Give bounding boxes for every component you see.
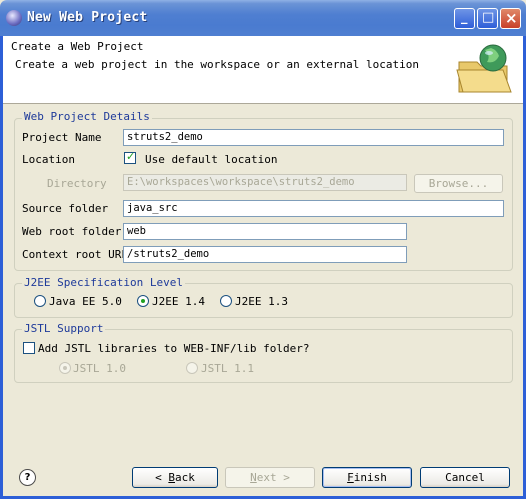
folder-globe-icon [456,44,512,93]
radio-jstl-1-0-label[interactable]: JSTL 1.0 [73,362,126,375]
cancel-button[interactable]: Cancel [420,467,510,488]
banner-title: Create a Web Project [11,40,144,53]
web-root-folder-label: Web root folder [22,225,122,238]
radio-jstl-1-1[interactable] [186,362,198,374]
next-button[interactable]: Next > [225,467,315,488]
j2ee-legend: J2EE Specification Level [22,276,185,289]
source-folder-label: Source folder [22,202,109,215]
web-root-folder-input[interactable]: web [123,223,407,240]
radio-java-ee-5[interactable] [34,295,46,307]
directory-label: Directory [47,177,107,190]
finish-button[interactable]: Finish [322,467,412,488]
close-icon: × [505,9,518,27]
use-default-location-label[interactable]: Use default location [145,153,277,166]
finish-mnemonic: F [347,471,354,484]
eclipse-icon [6,10,22,26]
location-label: Location [22,153,75,166]
dialog-window: New Web Project _ □ × Create a Web Proje… [0,0,526,499]
maximize-icon: □ [482,10,495,25]
close-button[interactable]: × [500,8,521,29]
next-mnemonic: N [250,471,257,484]
checkmark-icon: ✓ [126,150,136,163]
next-label: ext > [256,471,290,484]
window-title: New Web Project [27,10,148,25]
finish-label: inish [353,471,387,484]
wizard-banner: Create a Web Project Create a web projec… [3,36,523,104]
radio-java-ee-5-label[interactable]: Java EE 5.0 [49,295,122,308]
minimize-button[interactable]: _ [454,8,475,29]
back-label: ack [175,471,195,484]
maximize-button[interactable]: □ [477,8,498,29]
details-legend: Web Project Details [22,110,152,123]
back-prefix: < [155,471,169,484]
minimize-icon: _ [461,10,468,25]
back-mnemonic: B [168,471,175,484]
back-button[interactable]: < Back [132,467,218,488]
radio-jstl-1-0[interactable] [59,362,71,374]
radio-j2ee-1-4[interactable] [137,295,149,307]
use-default-location-checkbox[interactable]: ✓ [124,150,136,164]
context-root-label: Context root URL [22,248,128,261]
context-root-input[interactable]: /struts2_demo [123,246,407,263]
directory-input[interactable]: E:\workspaces\workspace\struts2_demo [123,174,407,191]
add-jstl-label[interactable]: Add JSTL libraries to WEB-INF/lib folder… [38,342,310,355]
browse-button[interactable]: Browse... [414,174,503,193]
title-bar[interactable]: New Web Project _ □ × [0,0,526,36]
radio-j2ee-1-3[interactable] [220,295,232,307]
source-folder-input[interactable]: java_src [123,200,504,217]
help-icon[interactable]: ? [19,469,36,486]
radio-selected-dot [141,299,145,303]
radio-jstl-1-1-label[interactable]: JSTL 1.1 [201,362,254,375]
banner-description: Create a web project in the workspace or… [15,58,419,71]
radio-j2ee-1-3-label[interactable]: J2EE 1.3 [235,295,288,308]
radio-selected-dot [63,366,67,370]
jstl-legend: JSTL Support [22,322,106,335]
window-border-left [0,36,3,499]
project-name-input[interactable]: struts2_demo [123,129,504,146]
project-name-label: Project Name [22,131,102,144]
add-jstl-checkbox[interactable] [23,342,35,354]
radio-j2ee-1-4-label[interactable]: J2EE 1.4 [152,295,205,308]
